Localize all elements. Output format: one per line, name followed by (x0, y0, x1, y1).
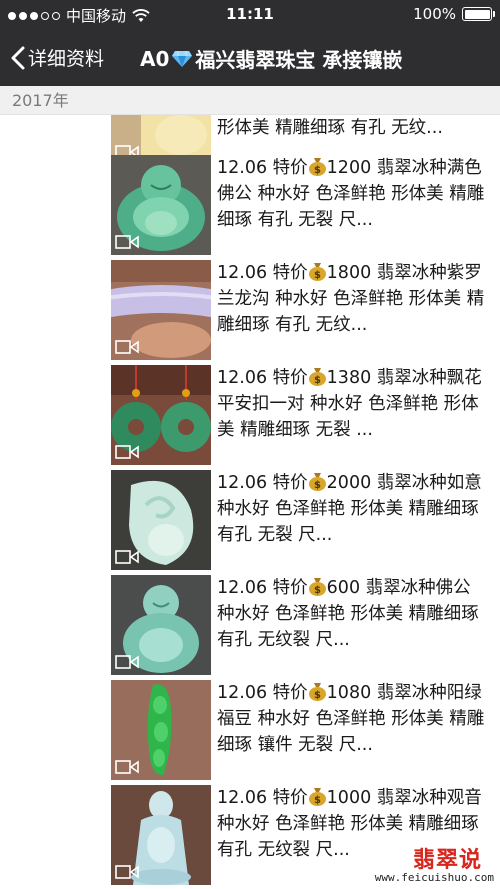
post-caption: 12.06 特价 $1800 翡翠冰种紫罗兰龙沟 种水好 色泽鲜艳 形体美 精雕细… (217, 263, 485, 335)
money-bag-icon: $ (308, 263, 326, 281)
post-caption: 形体美 精雕细琢 有孔 无纹... (217, 118, 443, 138)
feed-item[interactable]: 12.06 特价 $1080 翡翠冰种阳绿福豆 种水好 色泽鲜艳 形体美 精雕细琢… (0, 680, 500, 780)
money-bag-icon: $ (308, 788, 326, 806)
post-thumbnail[interactable] (111, 470, 211, 570)
money-bag-icon: $ (308, 368, 326, 386)
video-icon (115, 550, 139, 564)
post-thumbnail[interactable] (111, 785, 211, 885)
video-icon (115, 865, 139, 879)
navigation-bar: 详细资料 A0 福兴翡翠珠宝 承接镶嵌 (0, 30, 500, 86)
post-thumbnail[interactable] (111, 680, 211, 780)
back-label: 详细资料 (28, 48, 105, 70)
svg-text:$: $ (314, 480, 321, 491)
title-prefix: A0 (140, 46, 170, 71)
year-section-header: 2017年 (0, 86, 500, 115)
svg-text:$: $ (314, 375, 321, 386)
back-button[interactable]: 详细资料 (10, 44, 104, 71)
video-icon (115, 655, 139, 669)
svg-text:$: $ (314, 270, 321, 281)
money-bag-icon: $ (308, 158, 326, 176)
post-caption: 12.06 特价 $2000 翡翠冰种如意 种水好 色泽鲜艳 形体美 精雕细琢 有… (217, 473, 482, 545)
status-bar: 中国移动 11:11 100% (0, 0, 500, 30)
video-icon (115, 235, 139, 249)
moments-feed[interactable]: 形体美 精雕细琢 有孔 无纹... 12.06 特价 $1200 翡翠冰种满色佛公… (0, 115, 500, 889)
post-caption: 12.06 特价 $1200 翡翠冰种满色佛公 种水好 色泽鲜艳 形体美 精雕细琢… (217, 158, 485, 230)
svg-text:$: $ (314, 690, 321, 701)
money-bag-icon: $ (308, 683, 326, 701)
svg-text:$: $ (314, 585, 321, 596)
post-caption: 12.06 特价 $600 翡翠冰种佛公 种水好 色泽鲜艳 形体美 精雕细琢 有孔… (217, 578, 479, 650)
battery-percent: 100% (413, 5, 456, 23)
battery-icon (462, 7, 495, 21)
chevron-left-icon (11, 46, 25, 69)
feed-item[interactable]: 12.06 特价 $600 翡翠冰种佛公 种水好 色泽鲜艳 形体美 精雕细琢 有孔… (0, 575, 500, 675)
video-icon (115, 445, 139, 459)
video-icon (115, 760, 139, 774)
post-caption: 12.06 特价 $1080 翡翠冰种阳绿福豆 种水好 色泽鲜艳 形体美 精雕细琢… (217, 683, 485, 755)
title-text: 福兴翡翠珠宝 承接镶嵌 (195, 48, 403, 72)
feed-item[interactable]: 12.06 特价 $2000 翡翠冰种如意 种水好 色泽鲜艳 形体美 精雕细琢 有… (0, 470, 500, 570)
post-thumbnail[interactable] (111, 365, 211, 465)
post-thumbnail[interactable] (111, 260, 211, 360)
post-thumbnail[interactable] (111, 575, 211, 675)
feed-item[interactable]: 12.06 特价 $1200 翡翠冰种满色佛公 种水好 色泽鲜艳 形体美 精雕细琢… (0, 155, 500, 255)
post-thumbnail[interactable] (111, 155, 211, 255)
battery-group: 100% (413, 5, 495, 23)
feed-item[interactable]: 12.06 特价 $1800 翡翠冰种紫罗兰龙沟 种水好 色泽鲜艳 形体美 精雕细… (0, 260, 500, 360)
money-bag-icon: $ (308, 578, 326, 596)
gem-icon (172, 50, 193, 67)
watermark-title: 翡翠说 (412, 848, 482, 873)
svg-text:$: $ (314, 795, 321, 806)
feed-item[interactable]: 12.06 特价 $1380 翡翠冰种飘花平安扣一对 种水好 色泽鲜艳 形体美 精… (0, 365, 500, 465)
video-icon (115, 340, 139, 354)
watermark-url: www.feicuishuo.com (374, 871, 494, 884)
page-title: A0 福兴翡翠珠宝 承接镶嵌 (140, 44, 402, 73)
watermark: 翡翠说 www.feicuishuo.com (330, 838, 500, 889)
money-bag-icon: $ (308, 473, 326, 491)
post-caption: 12.06 特价 $1380 翡翠冰种飘花平安扣一对 种水好 色泽鲜艳 形体美 精… (217, 368, 482, 440)
svg-text:$: $ (314, 165, 321, 176)
